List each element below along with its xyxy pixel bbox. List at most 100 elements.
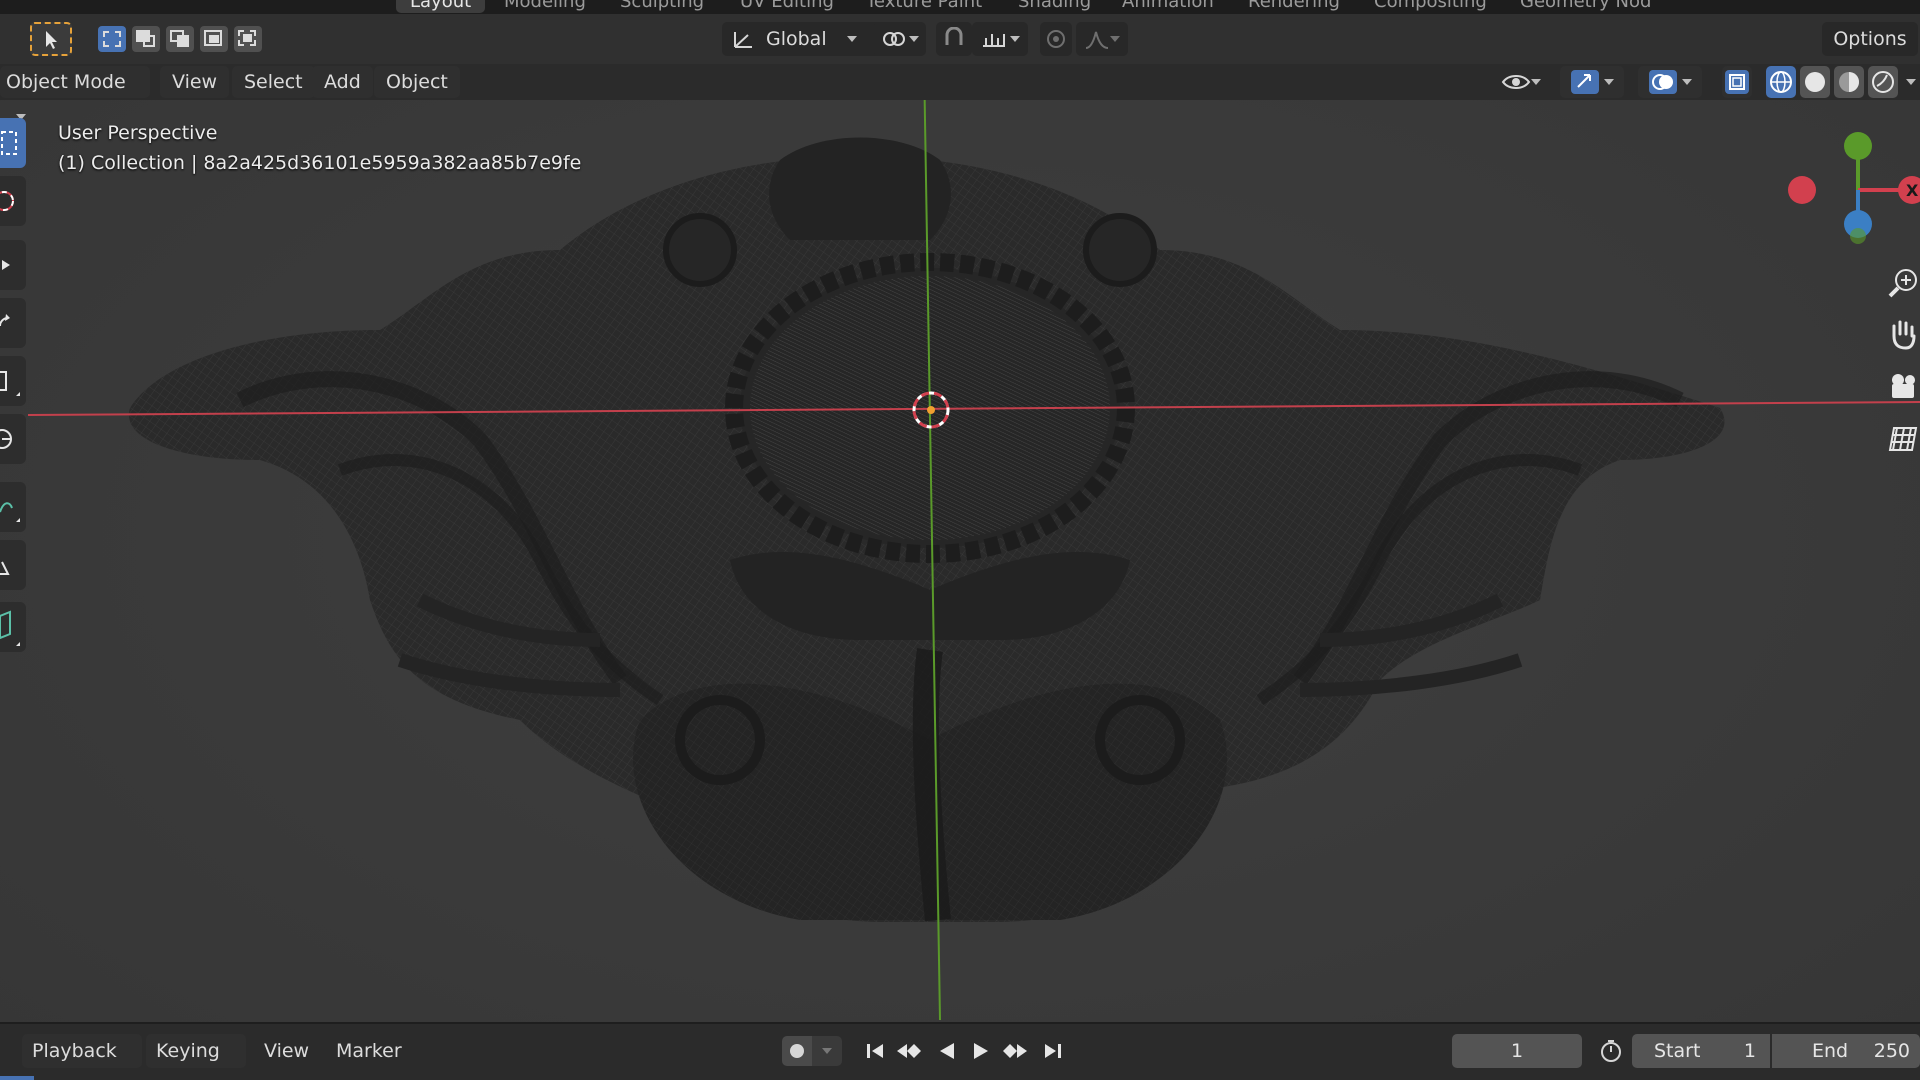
tab-modeling[interactable]: Modeling xyxy=(490,0,600,13)
measure-icon xyxy=(0,561,10,575)
shading-solid[interactable] xyxy=(1800,66,1830,98)
tab-layout[interactable]: Layout xyxy=(396,0,486,13)
cursor-icon xyxy=(0,191,14,211)
chevron-down-icon xyxy=(846,36,857,42)
chevron-down-icon xyxy=(1531,79,1541,85)
select-mode-intersect[interactable] xyxy=(234,26,262,52)
select-mode-subtract[interactable] xyxy=(166,26,194,52)
rendered-sphere-icon xyxy=(1872,71,1894,93)
prev-keyframe-button[interactable] xyxy=(894,1036,924,1066)
shading-wireframe[interactable] xyxy=(1766,66,1796,98)
chevron-down-icon xyxy=(822,1048,832,1054)
transform-orientation-dropdown[interactable]: Global xyxy=(722,22,894,56)
record-icon xyxy=(790,1044,804,1058)
tab-animation[interactable]: Animation xyxy=(1108,0,1228,13)
start-frame-field[interactable]: Start 1 xyxy=(1632,1034,1770,1068)
shading-rendered[interactable] xyxy=(1868,66,1898,98)
proportional-edit-toggle[interactable] xyxy=(1040,22,1072,56)
zoom-icon xyxy=(1888,269,1917,298)
select-mode-extend[interactable] xyxy=(132,26,160,52)
tab-sculpting[interactable]: Sculpting xyxy=(606,0,718,13)
tool-cursor[interactable] xyxy=(0,176,26,226)
jump-end-button[interactable] xyxy=(1038,1036,1068,1066)
play-reverse-button[interactable] xyxy=(932,1036,962,1066)
xray-toggle[interactable] xyxy=(1722,66,1752,98)
gizmo-icon xyxy=(1571,70,1599,94)
menu-add[interactable]: Add xyxy=(312,66,373,98)
visibility-dropdown[interactable] xyxy=(1494,66,1548,98)
wireframe-sphere-icon xyxy=(1770,71,1792,93)
tool-move[interactable] xyxy=(0,240,26,290)
viewport-canvas: X xyxy=(0,100,1920,1022)
tool-measure[interactable] xyxy=(0,540,26,590)
grid-icon xyxy=(1888,427,1918,451)
solid-sphere-icon xyxy=(1805,72,1825,92)
play-button[interactable] xyxy=(966,1036,996,1066)
options-label: Options xyxy=(1833,28,1907,50)
auto-keying-toggle[interactable] xyxy=(782,1036,812,1066)
select-mode-invert[interactable] xyxy=(200,26,228,52)
timeline-menu-marker[interactable]: Marker xyxy=(326,1034,412,1068)
collection-label: (1) Collection | 8a2a425d36101e5959a382a… xyxy=(58,152,582,174)
end-frame-field[interactable]: End 250 xyxy=(1772,1034,1920,1068)
chevron-down-icon xyxy=(1604,79,1614,85)
view-perspective-label: User Perspective xyxy=(58,122,218,144)
3d-viewport[interactable]: X User Perspective (1) Collection | 8a2a… xyxy=(0,100,1920,1022)
falloff-curve-icon xyxy=(1085,31,1109,49)
camera-view-button[interactable] xyxy=(1886,366,1920,406)
auto-keying-options[interactable] xyxy=(812,1036,842,1066)
tool-rotate[interactable] xyxy=(0,298,26,348)
tool-transform[interactable] xyxy=(0,414,26,464)
keying-label: Keying xyxy=(156,1040,220,1062)
zoom-view-button[interactable] xyxy=(1886,262,1920,302)
tool-add-cube[interactable] xyxy=(0,602,26,652)
playback-dropdown[interactable]: Playback xyxy=(22,1034,142,1068)
orientation-icon xyxy=(734,32,752,48)
snap-target-dropdown[interactable] xyxy=(972,22,1028,56)
tool-select-box[interactable] xyxy=(0,118,26,168)
start-label: Start xyxy=(1654,1040,1701,1062)
tool-header: Global Options xyxy=(0,14,1920,64)
stopwatch-icon xyxy=(1601,1040,1621,1062)
use-preview-range-toggle[interactable] xyxy=(1596,1036,1626,1066)
snap-toggle[interactable] xyxy=(936,22,972,56)
proportional-falloff-dropdown[interactable] xyxy=(1076,22,1128,56)
tab-uv-editing[interactable]: UV Editing xyxy=(726,0,848,13)
chevron-down-icon xyxy=(1010,36,1020,42)
tab-texture-paint[interactable]: Texture Paint xyxy=(852,0,996,13)
tab-shading[interactable]: Shading xyxy=(1004,0,1105,13)
overlays-toggle[interactable] xyxy=(1638,66,1702,98)
prev-keyframe-icon xyxy=(897,1044,921,1058)
tool-annotate[interactable] xyxy=(0,482,26,532)
jump-start-button[interactable] xyxy=(860,1036,890,1066)
pan-view-button[interactable] xyxy=(1886,314,1920,354)
object-mode-label: Object Mode xyxy=(6,71,126,93)
pivot-point-dropdown[interactable] xyxy=(874,22,926,56)
tab-geometry-nodes[interactable]: Geometry Nod xyxy=(1506,0,1665,13)
menu-select[interactable]: Select xyxy=(232,66,315,98)
active-tool-button[interactable] xyxy=(30,22,72,56)
current-frame-field[interactable]: 1 xyxy=(1452,1034,1582,1068)
overlays-icon xyxy=(1649,70,1677,94)
pivot-icon xyxy=(883,32,905,46)
menu-view[interactable]: View xyxy=(160,66,230,98)
shading-material[interactable] xyxy=(1834,66,1864,98)
timeline-menu-view[interactable]: View xyxy=(254,1034,319,1068)
keying-dropdown[interactable]: Keying xyxy=(146,1034,246,1068)
object-mode-dropdown[interactable]: Object Mode xyxy=(0,66,150,120)
select-mode-new[interactable] xyxy=(98,26,126,52)
gizmo-toggle[interactable] xyxy=(1560,66,1624,98)
start-value: 1 xyxy=(1743,1040,1756,1062)
tool-scale[interactable] xyxy=(0,356,26,406)
chevron-down-icon xyxy=(909,36,919,42)
tab-compositing[interactable]: Compositing xyxy=(1360,0,1501,13)
next-keyframe-button[interactable] xyxy=(1000,1036,1030,1066)
options-button[interactable]: Options xyxy=(1822,22,1918,56)
camera-icon xyxy=(1892,374,1915,398)
timeline-header: Playback Keying View Marker 1 Start 1 End… xyxy=(0,1022,1920,1080)
ortho-view-button[interactable] xyxy=(1886,418,1920,458)
tab-rendering[interactable]: Rendering xyxy=(1234,0,1354,13)
shading-options-dropdown[interactable] xyxy=(1902,66,1920,98)
playback-label: Playback xyxy=(32,1040,117,1062)
menu-object[interactable]: Object xyxy=(374,66,460,98)
